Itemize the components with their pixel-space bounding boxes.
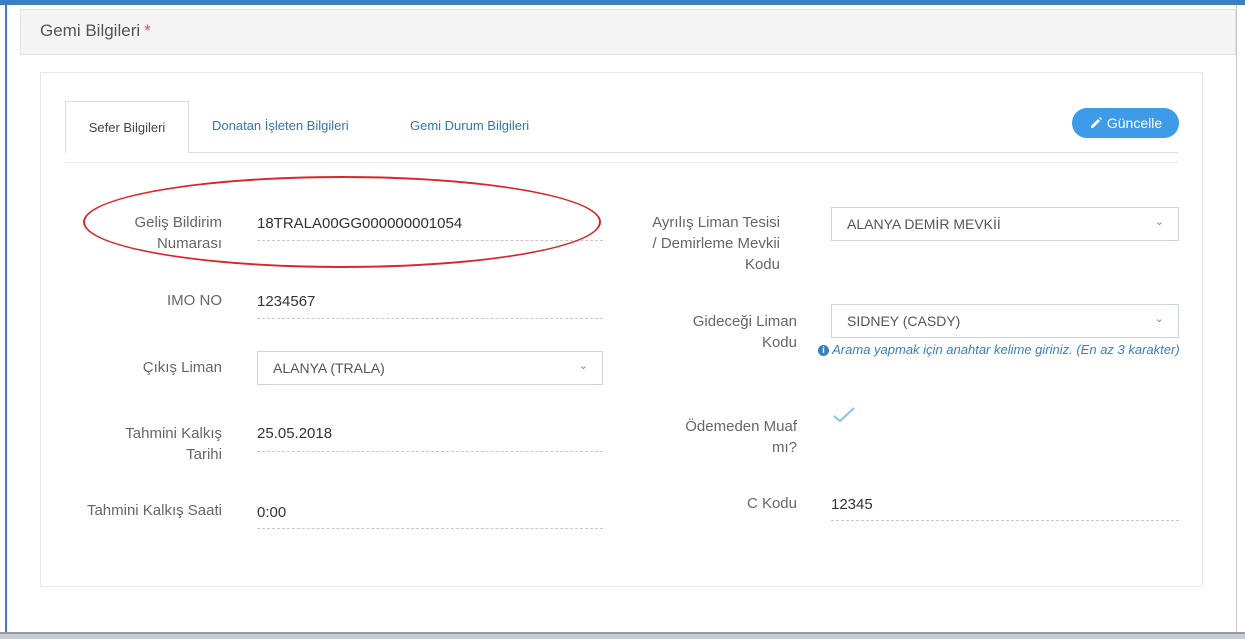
cikis-liman-select[interactable]: ALANYA (TRALA) ⌄ <box>257 351 603 385</box>
top-accent-bar <box>0 0 1245 5</box>
gidecegi-liman-label: Gideceği Liman Kodu <box>692 313 797 351</box>
imo-no-value: 1234567 <box>257 293 316 310</box>
tab-divider <box>65 152 1178 153</box>
cikis-liman-selected: ALANYA (TRALA) <box>273 360 385 376</box>
left-border <box>5 5 7 633</box>
panel-header: Gemi Bilgileri * <box>20 9 1236 55</box>
tahmini-kalkis-tarihi-underline <box>257 451 603 452</box>
cikis-liman-label: Çıkış Liman <box>142 359 222 376</box>
tab-sefer-bilgileri[interactable]: Sefer Bilgileri <box>65 101 189 153</box>
tahmini-kalkis-saati-label: Tahmini Kalkış Saati <box>86 502 222 519</box>
search-help-text: i Arama yapmak için anahtar kelime girin… <box>818 341 1180 359</box>
update-button-label: Güncelle <box>1106 115 1163 131</box>
chevron-down-icon: ⌄ <box>1154 216 1164 228</box>
ayrilis-liman-tesisi-selected: ALANYA DEMİR MEVKİİ <box>847 216 1001 232</box>
tahmini-kalkis-saati-underline <box>257 528 603 529</box>
c-kodu-label: C Kodu <box>746 495 797 512</box>
gidecegi-liman-selected: SIDNEY (CASDY) <box>847 313 961 329</box>
update-button[interactable]: Güncelle <box>1072 108 1179 138</box>
tab-donatan-isleten-bilgileri[interactable]: Donatan İşleten Bilgileri <box>212 118 349 133</box>
chevron-down-icon: ⌄ <box>1154 313 1164 325</box>
taskbar-strip <box>0 634 1245 639</box>
pencil-icon <box>1090 117 1102 128</box>
ayrilis-liman-tesisi-select[interactable]: ALANYA DEMİR MEVKİİ ⌄ <box>831 207 1179 241</box>
c-kodu-underline <box>831 520 1179 521</box>
ayrilis-liman-tesisi-label: Ayrılış Liman Tesisi / Demirleme Mevkii … <box>652 214 780 273</box>
odemeden-muaf-label: Ödemeden Muaf mı? <box>685 418 797 456</box>
right-border <box>1236 5 1237 633</box>
gidecegi-liman-select[interactable]: SIDNEY (CASDY) ⌄ <box>831 304 1179 338</box>
tab-gemi-durum-bilgileri[interactable]: Gemi Durum Bilgileri <box>410 118 529 133</box>
tab-divider-secondary <box>65 162 1178 163</box>
tahmini-kalkis-tarihi-value[interactable]: 25.05.2018 <box>257 424 332 444</box>
required-mark: * <box>144 21 151 40</box>
highlight-oval <box>83 176 601 268</box>
check-icon[interactable] <box>831 404 857 426</box>
c-kodu-value[interactable]: 12345 <box>831 495 873 515</box>
tahmini-kalkis-saati-value[interactable]: 0:00 <box>257 503 286 523</box>
tahmini-kalkis-tarihi-label: Tahmini Kalkış Tarihi <box>125 425 222 463</box>
panel-title: Gemi Bilgileri * <box>40 21 151 40</box>
chevron-down-icon: ⌄ <box>578 360 588 372</box>
imo-no-label: IMO NO <box>167 292 222 309</box>
info-icon: i <box>818 345 829 356</box>
imo-no-underline <box>257 318 603 319</box>
